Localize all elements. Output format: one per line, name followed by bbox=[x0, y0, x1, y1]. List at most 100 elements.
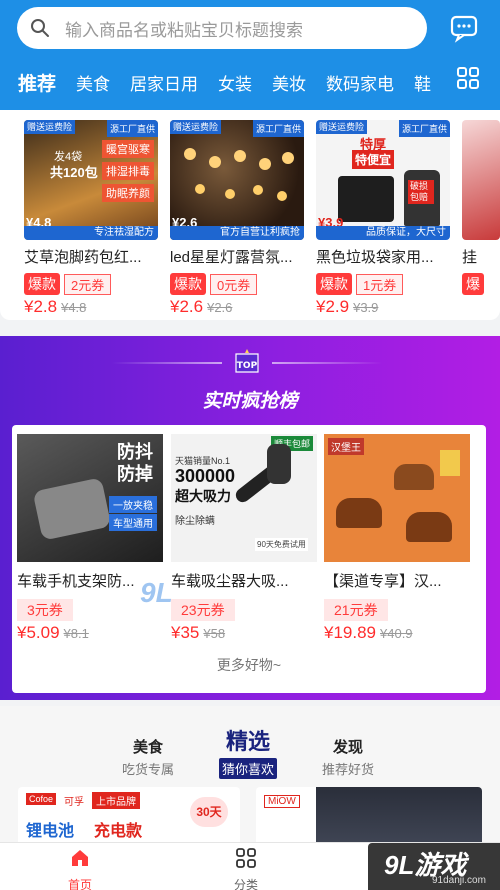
img-text: 共120包 bbox=[50, 165, 98, 180]
product-card[interactable]: 赠送运费险 源工厂直供 特厚 特便宜 破损包赔 ¥3.9 品质保证，大尺寸 黑色… bbox=[316, 120, 454, 317]
burger-graphic bbox=[406, 512, 452, 542]
grid-icon[interactable] bbox=[456, 66, 480, 90]
tab-recommend[interactable]: 推荐 bbox=[18, 69, 56, 102]
rank-item-title: 车载吸尘器大吸... bbox=[171, 573, 289, 590]
promo-badge: 30天 bbox=[190, 797, 228, 827]
sel-tab-sub: 吃货专属 bbox=[121, 762, 174, 777]
tab-home[interactable]: 居家日用 bbox=[130, 70, 198, 95]
promo-text: 上市品牌 bbox=[92, 792, 140, 809]
rank-item-old-price: ¥58 bbox=[203, 626, 226, 641]
product-old-price: ¥4.8 bbox=[61, 300, 87, 315]
hot-tag: 爆款 bbox=[316, 273, 352, 295]
sel-tab-main: 精选 bbox=[225, 729, 270, 754]
product-price: ¥2.8 bbox=[24, 297, 58, 316]
rank-item-old-price: ¥40.9 bbox=[380, 626, 413, 641]
nav-category[interactable]: 分类 bbox=[216, 847, 276, 890]
product-ribbon-2: 源工厂直供 bbox=[398, 120, 450, 137]
product-image: 赠送运费险 源工厂直供 特厚 特便宜 破损包赔 ¥3.9 品质保证，大尺寸 bbox=[316, 120, 450, 240]
top-badge-text: TOP bbox=[237, 361, 258, 371]
tab-picks-select[interactable]: 精选 猜你喜欢 bbox=[212, 724, 284, 779]
rank-item-price: ¥5.09 bbox=[17, 623, 60, 642]
img-text: 一放夹稳 bbox=[109, 496, 157, 513]
product-old-price: ¥2.6 bbox=[207, 300, 233, 315]
string-lights-graphic bbox=[184, 148, 294, 201]
tab-digital[interactable]: 数码家电 bbox=[326, 70, 394, 95]
garbage-bag-roll bbox=[338, 176, 394, 222]
product-card[interactable]: 赠送运费险 源工厂直供 ¥2.6 官方自营让利疯抢 led星星灯露营氛... 爆… bbox=[170, 120, 308, 317]
product-title: led星星灯露营氛... bbox=[170, 249, 293, 266]
rank-item[interactable]: 汉堡王 【渠道专享】汉... 21元券 ¥19.89 ¥40.9 bbox=[324, 434, 470, 643]
category-icon bbox=[236, 848, 256, 868]
rank-item-image: 汉堡王 bbox=[324, 434, 470, 562]
img-text: 90天免费试用 bbox=[255, 538, 308, 551]
product-ribbon: 赠送运费险 bbox=[316, 120, 368, 134]
img-band: 专注祛湿配方 bbox=[24, 226, 158, 240]
coupon-badge: 1元券 bbox=[356, 273, 404, 295]
rank-item-title: 【渠道专享】汉... bbox=[324, 573, 442, 590]
rank-item[interactable]: 防抖 防掉 一放夹稳 车型通用 车载手机支架防... 3元券 ¥5.09 ¥8.1 bbox=[17, 434, 163, 643]
home-icon bbox=[72, 850, 88, 866]
tab-food-select[interactable]: 美食 吃货专属 bbox=[114, 736, 182, 778]
rank-divider-right bbox=[272, 362, 382, 364]
promo-brand: MiOW bbox=[264, 795, 300, 808]
burger-graphic bbox=[336, 498, 382, 528]
product-old-price: ¥3.9 bbox=[353, 300, 379, 315]
img-text: 暖宫驱寒 bbox=[102, 140, 154, 158]
tab-shoes[interactable]: 鞋 bbox=[414, 70, 431, 95]
product-strip: 赠送运费险 源工厂直供 发4袋 共120包 暖宫驱寒 排湿排毒 助眠养颜 ¥4.… bbox=[0, 110, 500, 320]
product-title: 挂 bbox=[462, 249, 478, 266]
phone-holder-graphic bbox=[32, 477, 112, 541]
img-text: 300000 bbox=[175, 466, 236, 486]
img-band: 品质保证，大尺寸 bbox=[316, 226, 450, 240]
product-title: 黑色垃圾袋家用... bbox=[316, 249, 434, 266]
watermark-overlay: 9L bbox=[140, 577, 173, 608]
hot-tag: 爆 bbox=[462, 273, 484, 295]
product-price: ¥2.9 bbox=[316, 297, 350, 316]
watermark-url: 91danji.com bbox=[432, 875, 486, 886]
more-items-link[interactable]: 更多好物~ bbox=[12, 655, 486, 675]
img-text: 车型通用 bbox=[109, 514, 157, 531]
tab-discover-select[interactable]: 发现 推荐好货 bbox=[314, 736, 382, 778]
site-watermark: 9L游戏 91danji.com bbox=[368, 843, 500, 890]
coupon-badge: 2元券 bbox=[64, 273, 112, 295]
product-title: 艾草泡脚药包红... bbox=[24, 249, 142, 266]
product-card[interactable]: 赠送运费险 源工厂直供 发4袋 共120包 暖宫驱寒 排湿排毒 助眠养颜 ¥4.… bbox=[24, 120, 162, 317]
img-text: 排湿排毒 bbox=[102, 162, 154, 180]
rank-item-price: ¥35 bbox=[171, 623, 200, 642]
tab-food[interactable]: 美食 bbox=[76, 70, 110, 95]
promo-text: 可孚 bbox=[64, 797, 84, 808]
rank-title: 实时疯抢榜 bbox=[202, 391, 298, 412]
img-text: 防掉 bbox=[117, 464, 153, 484]
search-bar[interactable]: 输入商品名或粘贴宝贝标题搜索 bbox=[17, 7, 427, 49]
product-card[interactable]: 挂 爆 bbox=[462, 120, 500, 295]
rank-item-image: 防抖 防掉 一放夹稳 车型通用 bbox=[17, 434, 163, 562]
sel-tab-sub: 推荐好货 bbox=[321, 762, 374, 777]
product-price: ¥2.6 bbox=[170, 297, 204, 316]
vacuum-body-graphic bbox=[267, 444, 291, 484]
hot-tag: 爆款 bbox=[170, 273, 206, 295]
coupon-badge: 21元券 bbox=[324, 599, 388, 621]
img-text: 助眠养颜 bbox=[102, 184, 154, 202]
nav-home[interactable]: 首页 bbox=[50, 847, 110, 890]
sel-tab-sub: 猜你喜欢 bbox=[218, 758, 277, 779]
tab-women[interactable]: 女装 bbox=[218, 70, 252, 95]
rank-panel: 防抖 防掉 一放夹稳 车型通用 车载手机支架防... 3元券 ¥5.09 ¥8.1… bbox=[12, 425, 486, 693]
nav-home-label: 首页 bbox=[67, 878, 92, 890]
img-text: 除尘除螨 bbox=[175, 516, 215, 527]
product-ribbon: 赠送运费险 bbox=[170, 120, 222, 134]
product-image: 赠送运费险 源工厂直供 发4袋 共120包 暖宫驱寒 排湿排毒 助眠养颜 ¥4.… bbox=[24, 120, 158, 240]
fries-graphic bbox=[440, 450, 460, 476]
tab-makeup[interactable]: 美妆 bbox=[272, 70, 306, 95]
category-tabs: 推荐 美食 居家日用 女装 美妆 数码家电 鞋 bbox=[18, 62, 448, 102]
rank-item[interactable]: 顺丰包邮 天猫销量No.1 300000 超大吸力 除尘除螨 90天免费试用 车… bbox=[171, 434, 317, 643]
rank-item-price: ¥19.89 bbox=[324, 623, 376, 642]
product-ribbon: 赠送运费险 bbox=[24, 120, 76, 134]
message-icon[interactable] bbox=[449, 13, 479, 43]
search-placeholder: 输入商品名或粘贴宝贝标题搜索 bbox=[65, 20, 303, 40]
product-ribbon-2: 源工厂直供 bbox=[106, 120, 158, 137]
img-band: 官方自营让利疯抢 bbox=[170, 226, 304, 240]
img-text: 特便宜 bbox=[352, 150, 395, 169]
sel-tab-main: 美食 bbox=[132, 739, 163, 756]
promo-text: 充电款 bbox=[94, 823, 143, 840]
promo-text: 锂电池 bbox=[26, 823, 75, 840]
